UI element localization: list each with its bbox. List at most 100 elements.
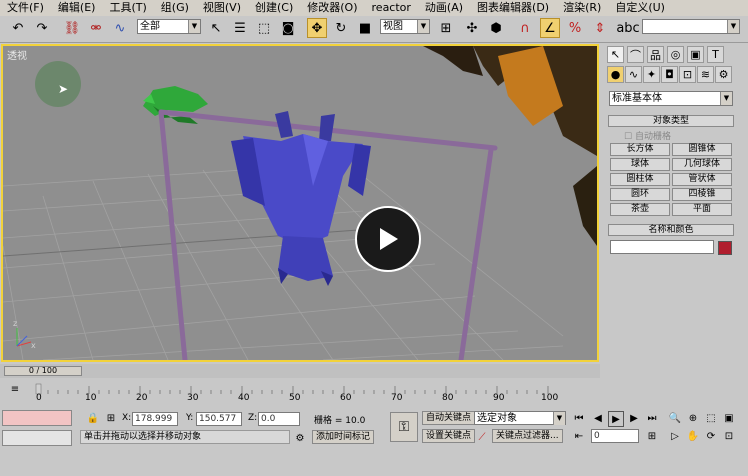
zoom-extents-icon[interactable]: ⬚ xyxy=(704,411,718,425)
name-and-color-header[interactable]: 名称和颜色 xyxy=(608,224,734,236)
maxscript-listener-mini[interactable] xyxy=(2,410,72,426)
play-animation-icon[interactable]: ▶ xyxy=(608,411,624,427)
snaps-toggle-icon[interactable]: ∩ xyxy=(515,18,535,38)
select-by-name-icon[interactable]: ☰ xyxy=(230,18,250,38)
absolute-mode-icon[interactable]: ⊞ xyxy=(104,411,118,425)
create-tab-icon[interactable]: ↖ xyxy=(607,46,624,63)
zoom-extents-all-icon[interactable]: ▣ xyxy=(722,411,736,425)
lock-selection-icon[interactable]: 🔒 xyxy=(86,411,100,425)
go-to-start-icon[interactable]: ⏮ xyxy=(572,411,586,425)
cylinder-button[interactable]: 圆柱体 xyxy=(610,173,670,186)
edit-named-selection-icon[interactable]: abc xyxy=(616,18,639,38)
menu-tools[interactable]: 工具(T) xyxy=(102,0,153,16)
undo-icon[interactable]: ↶ xyxy=(8,18,28,38)
menu-modifiers[interactable]: 修改器(O) xyxy=(300,0,364,16)
maxscript-output-mini[interactable] xyxy=(2,430,72,446)
box-button[interactable]: 长方体 xyxy=(610,143,670,156)
current-frame-input[interactable]: 0 xyxy=(591,429,639,443)
torus-button[interactable]: 圆环 xyxy=(610,188,670,201)
angle-snap-icon[interactable]: ∠ xyxy=(540,18,560,38)
set-key-mode-icon[interactable]: ⚿ xyxy=(390,412,418,442)
auto-key-button[interactable]: 自动关键点 xyxy=(422,411,476,425)
cone-button[interactable]: 圆锥体 xyxy=(672,143,732,156)
menu-graph-editors[interactable]: 图表编辑器(D) xyxy=(470,0,556,16)
motion-tab-icon[interactable]: ◎ xyxy=(667,46,684,63)
space-warps-icon[interactable]: ≋ xyxy=(697,66,714,83)
unlink-icon[interactable]: ⚮ xyxy=(86,18,106,38)
field-of-view-icon[interactable]: ▷ xyxy=(668,429,682,443)
key-filters-button[interactable]: 关键点过滤器... xyxy=(492,429,563,443)
systems-icon[interactable]: ⚙ xyxy=(715,66,732,83)
utilities-tab-icon[interactable]: T xyxy=(707,46,724,63)
reference-coordinate-dropdown[interactable]: 视图 ▼ xyxy=(380,19,430,34)
plane-button[interactable]: 平面 xyxy=(672,203,732,216)
window-crossing-icon[interactable]: ◙ xyxy=(278,18,298,38)
menu-view[interactable]: 视图(V) xyxy=(196,0,248,16)
select-and-manipulate-icon[interactable]: ✣ xyxy=(462,18,482,38)
maximize-viewport-icon[interactable]: ⊡ xyxy=(722,429,736,443)
x-coordinate-input[interactable]: 178.999 xyxy=(132,412,178,426)
autogrid-checkbox[interactable]: ☐ 自动栅格 xyxy=(624,129,671,142)
object-color-swatch[interactable] xyxy=(718,241,732,255)
pivot-center-icon[interactable]: ⊞ xyxy=(436,18,456,38)
track-bar[interactable]: ≡ 0 10 20 30 40 50 60 70 80 90 100 xyxy=(0,380,600,406)
menu-rendering[interactable]: 渲染(R) xyxy=(556,0,608,16)
menu-group[interactable]: 组(G) xyxy=(154,0,196,16)
tube-button[interactable]: 管状体 xyxy=(672,173,732,186)
sphere-button[interactable]: 球体 xyxy=(610,158,670,171)
arc-rotate-icon[interactable]: ⟳ xyxy=(704,429,718,443)
menu-create[interactable]: 创建(C) xyxy=(248,0,300,16)
video-play-button[interactable] xyxy=(355,206,421,272)
percent-snap-icon[interactable]: % xyxy=(565,18,585,38)
helpers-icon[interactable]: ⊡ xyxy=(679,66,696,83)
keyboard-shortcut-override-icon[interactable]: ⬢ xyxy=(486,18,506,38)
time-slider-track[interactable]: 0 / 100 xyxy=(0,364,600,378)
geosphere-button[interactable]: 几何球体 xyxy=(672,158,732,171)
menu-reactor[interactable]: reactor xyxy=(365,0,418,16)
pan-view-icon[interactable]: ✋ xyxy=(686,429,700,443)
select-and-scale-icon[interactable]: ■ xyxy=(355,18,375,38)
lights-icon[interactable]: ✦ xyxy=(643,66,660,83)
menu-edit[interactable]: 编辑(E) xyxy=(51,0,103,16)
pyramid-button[interactable]: 四棱锥 xyxy=(672,188,732,201)
zoom-icon[interactable]: 🔍 xyxy=(668,411,682,425)
select-object-icon[interactable]: ↖ xyxy=(206,18,226,38)
selected-object-dropdown[interactable]: 选定对象 ▼ xyxy=(474,411,566,425)
z-coordinate-input[interactable]: 0.0 xyxy=(258,412,300,426)
select-and-rotate-icon[interactable]: ↻ xyxy=(331,18,351,38)
select-and-move-icon[interactable]: ✥ xyxy=(307,18,327,38)
rectangular-selection-icon[interactable]: ⬚ xyxy=(254,18,274,38)
display-tab-icon[interactable]: ▣ xyxy=(687,46,704,63)
object-name-input[interactable] xyxy=(610,240,714,254)
spinner-snap-icon[interactable]: ⇕ xyxy=(590,18,610,38)
bind-space-warp-icon[interactable]: ∿ xyxy=(110,18,130,38)
go-to-end-icon[interactable]: ⏭ xyxy=(645,411,659,425)
named-selection-dropdown[interactable]: ▼ xyxy=(642,19,740,34)
time-config-mini-icon[interactable]: ⚙ xyxy=(293,431,307,445)
teapot-button[interactable]: 茶壶 xyxy=(610,203,670,216)
menu-customize[interactable]: 自定义(U) xyxy=(608,0,672,16)
menu-file[interactable]: 文件(F) xyxy=(0,0,51,16)
redo-icon[interactable]: ↷ xyxy=(32,18,52,38)
selection-filter-dropdown[interactable]: 全部 ▼ xyxy=(137,19,201,34)
time-configuration-icon[interactable]: ⊞ xyxy=(645,429,659,443)
next-frame-icon[interactable]: ▶ xyxy=(627,411,641,425)
select-and-link-icon[interactable]: ⛓ xyxy=(62,18,82,38)
viewport-label[interactable]: 透视 xyxy=(7,47,27,62)
zoom-all-icon[interactable]: ⊕ xyxy=(686,411,700,425)
geometry-icon[interactable]: ● xyxy=(607,66,624,83)
y-coordinate-input[interactable]: 150.577 xyxy=(196,412,242,426)
set-key-button[interactable]: 设置关键点 xyxy=(422,429,476,443)
perspective-viewport[interactable]: zx 透视 ➤ xyxy=(1,44,599,362)
hierarchy-tab-icon[interactable]: 品 xyxy=(647,46,664,63)
add-time-tag-button[interactable]: 添加时间标记 xyxy=(312,430,375,444)
shapes-icon[interactable]: ∿ xyxy=(625,66,642,83)
key-mode-toggle-icon[interactable]: ⇤ xyxy=(572,429,586,443)
previous-frame-icon[interactable]: ◀ xyxy=(591,411,605,425)
object-type-header[interactable]: 对象类型 xyxy=(608,115,734,127)
modify-tab-icon[interactable]: ⌒ xyxy=(627,46,644,63)
category-dropdown[interactable]: 标准基本体 ▼ xyxy=(609,91,733,106)
time-slider-thumb[interactable]: 0 / 100 xyxy=(4,366,82,376)
menu-animation[interactable]: 动画(A) xyxy=(418,0,470,16)
cameras-icon[interactable]: ◘ xyxy=(661,66,678,83)
